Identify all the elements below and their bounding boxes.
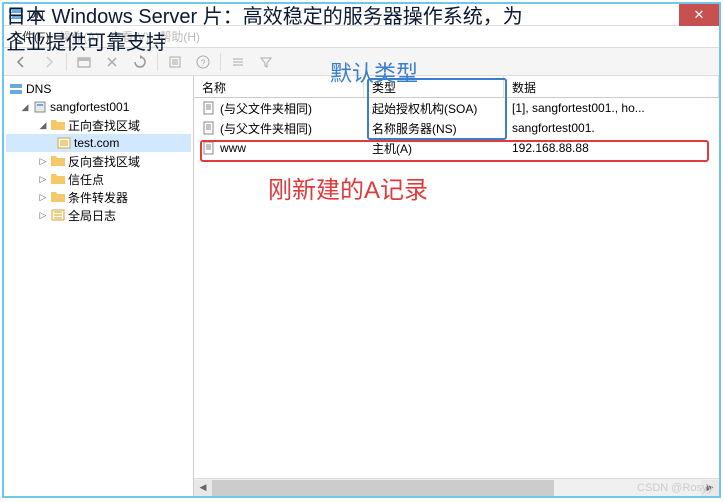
back-icon[interactable] (10, 51, 32, 73)
dns-icon (8, 82, 24, 96)
tree-sidebar: DNS ◢ sangfortest001 ◢ 正向查找区域 test.com ▷… (4, 76, 194, 496)
app-icon (8, 7, 24, 23)
zone-icon (56, 136, 72, 150)
expand-icon[interactable]: ▷ (38, 174, 48, 184)
main-panel: 名称 类型 数据 (与父文件夹相同) 起始授权机构(SOA) [1], sang… (194, 76, 719, 496)
record-row[interactable]: www 主机(A) 192.168.88.88 (194, 138, 719, 158)
menu-help[interactable]: 帮助(H) (159, 28, 200, 45)
record-data: 192.168.88.88 (504, 141, 719, 155)
properties-icon[interactable] (164, 51, 186, 73)
log-icon (50, 208, 66, 222)
toolbar-separator (157, 53, 158, 71)
titlebar: DN ✕ (4, 4, 719, 26)
record-data: sangfortest001. (504, 121, 719, 135)
tree-reverse-zone-label: 反向查找区域 (68, 153, 140, 170)
record-icon (202, 141, 216, 155)
list-icon[interactable] (227, 51, 249, 73)
expand-icon[interactable]: ▷ (38, 192, 48, 202)
close-button[interactable]: ✕ (679, 4, 719, 26)
tree-zone-testcom[interactable]: test.com (6, 134, 191, 152)
tree-zone-label: test.com (74, 136, 119, 150)
col-header-data[interactable]: 数据 (504, 76, 719, 97)
folder-icon (50, 190, 66, 204)
tree-root-label: DNS (26, 82, 51, 96)
toolbar-separator (220, 53, 221, 71)
record-row[interactable]: (与父文件夹相同) 名称服务器(NS) sangfortest001. (194, 118, 719, 138)
record-type: 主机(A) (364, 140, 504, 157)
help-icon[interactable]: ? (192, 51, 214, 73)
col-header-name[interactable]: 名称 (194, 76, 364, 97)
server-icon (32, 100, 48, 114)
expand-icon[interactable]: ▷ (38, 156, 48, 166)
menu-file[interactable]: 文件(F) (10, 28, 49, 45)
scroll-left-icon[interactable]: ◀ (194, 480, 212, 496)
tree-forward-zone-label: 正向查找区域 (68, 117, 140, 134)
tree-cond-forwarders[interactable]: ▷ 条件转发器 (6, 188, 191, 206)
folder-icon (50, 118, 66, 132)
record-data: [1], sangfortest001., ho... (504, 101, 719, 115)
toolbar: ? (4, 48, 719, 76)
menu-action[interactable]: 操作(A) (59, 28, 99, 45)
tree-reverse-zone[interactable]: ▷ 反向查找区域 (6, 152, 191, 170)
delete-icon[interactable] (101, 51, 123, 73)
list-header: 名称 类型 数据 (194, 76, 719, 98)
svg-text:?: ? (200, 58, 205, 68)
record-icon (202, 121, 216, 135)
watermark: CSDN @Rosyy (637, 482, 713, 494)
collapse-icon[interactable]: ◢ (38, 120, 48, 130)
tree-server[interactable]: ◢ sangfortest001 (6, 98, 191, 116)
dns-manager-window: DN ✕ 文件(F) 操作(A) 查看(V) 帮助(H) ? DNS (2, 2, 721, 498)
tree-root-dns[interactable]: DNS (6, 80, 191, 98)
tree-forward-zone[interactable]: ◢ 正向查找区域 (6, 116, 191, 134)
record-type: 起始授权机构(SOA) (364, 100, 504, 117)
body: DNS ◢ sangfortest001 ◢ 正向查找区域 test.com ▷… (4, 76, 719, 496)
title-prefix: DN (28, 9, 44, 21)
tree-trust-points-label: 信任点 (68, 171, 104, 188)
tree-trust-points[interactable]: ▷ 信任点 (6, 170, 191, 188)
folder-icon (50, 172, 66, 186)
filter-icon[interactable] (255, 51, 277, 73)
record-name: (与父文件夹相同) (220, 120, 312, 137)
list-body: (与父文件夹相同) 起始授权机构(SOA) [1], sangfortest00… (194, 98, 719, 478)
scroll-thumb[interactable] (212, 480, 554, 496)
folder-icon (50, 154, 66, 168)
tree-cond-forwarders-label: 条件转发器 (68, 189, 128, 206)
record-type: 名称服务器(NS) (364, 120, 504, 137)
record-row[interactable]: (与父文件夹相同) 起始授权机构(SOA) [1], sangfortest00… (194, 98, 719, 118)
tree-server-label: sangfortest001 (50, 100, 129, 114)
toolbar-separator (66, 53, 67, 71)
expand-icon[interactable]: ▷ (38, 210, 48, 220)
new-container-icon[interactable] (73, 51, 95, 73)
tree-global-log[interactable]: ▷ 全局日志 (6, 206, 191, 224)
refresh-icon[interactable] (129, 51, 151, 73)
collapse-icon[interactable]: ◢ (20, 102, 30, 112)
menu-view[interactable]: 查看(V) (109, 28, 149, 45)
menubar: 文件(F) 操作(A) 查看(V) 帮助(H) (4, 26, 719, 48)
record-name: (与父文件夹相同) (220, 100, 312, 117)
tree-global-log-label: 全局日志 (68, 207, 116, 224)
record-name: www (220, 141, 246, 155)
col-header-type[interactable]: 类型 (364, 76, 504, 97)
forward-icon[interactable] (38, 51, 60, 73)
scroll-track[interactable] (212, 480, 701, 496)
record-icon (202, 101, 216, 115)
